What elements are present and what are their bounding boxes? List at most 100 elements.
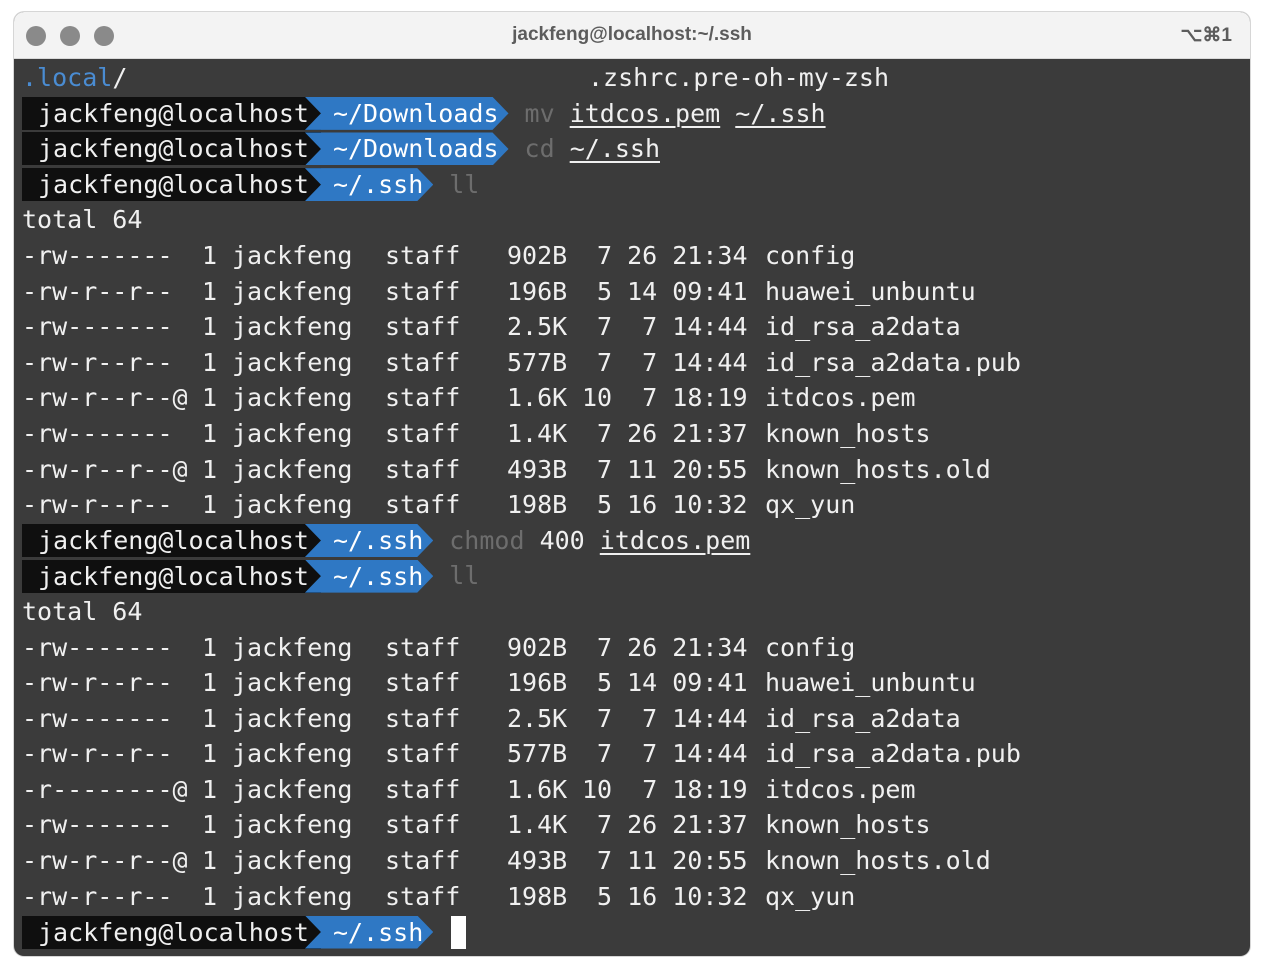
file-owner: jackfeng (232, 739, 353, 769)
file-size: 1.4K (507, 418, 568, 448)
command-arg: 400 (539, 525, 585, 555)
file-size: 577B (507, 739, 568, 769)
file-permissions: -rw------- (22, 810, 173, 840)
file-group: staff (385, 774, 461, 804)
file-link-count: 1 (202, 454, 218, 484)
file-owner: jackfeng (232, 846, 353, 876)
file-name: known_hosts (765, 418, 931, 448)
file-group: staff (385, 810, 461, 840)
file-date: 5 14 09:41 (597, 276, 748, 306)
terminal-window: jackfeng@localhost:~/.ssh ⌥⌘1 .local/ .zs… (14, 12, 1250, 956)
listing-row: -rw-r--r-- 1 jackfeng staff 196B 5 14 09:41 hu… (22, 274, 1250, 310)
file-owner: jackfeng (232, 774, 353, 804)
file-name: config (765, 240, 856, 270)
output-line-top: .local/ .zshrc.pre-oh-my-zsh (22, 60, 1250, 96)
prompt-path: ~/.ssh (305, 168, 433, 201)
listing-row: -rw-r--r-- 1 jackfeng staff 577B 7 7 14:44 id_… (22, 345, 1250, 381)
file-date: 7 26 21:34 (597, 632, 748, 662)
file-owner: jackfeng (232, 418, 353, 448)
file-permissions: -rw-r--r-- (22, 490, 173, 520)
file-group: staff (385, 240, 461, 270)
file-owner: jackfeng (232, 881, 353, 911)
file-owner: jackfeng (232, 240, 353, 270)
file-group: staff (385, 276, 461, 306)
file-group: staff (385, 312, 461, 342)
file-name: id_rsa_a2data.pub (765, 347, 1021, 377)
prompt-line-current[interactable]: jackfeng@localhost ~/.ssh (22, 914, 1250, 950)
prompt-user: jackfeng@localhost (22, 96, 321, 130)
file-owner: jackfeng (232, 668, 353, 698)
command-name: ll (449, 561, 480, 591)
file-name: id_rsa_a2data (765, 703, 961, 733)
listing-row: -rw------- 1 jackfeng staff 1.4K 7 26 21:37 kn… (22, 416, 1250, 452)
total-line: total 64 (22, 205, 143, 235)
listing-row: -rw-r--r-- 1 jackfeng staff 198B 5 16 10:32 qx… (22, 879, 1250, 915)
file-permissions: -rw-r--r-- (22, 668, 173, 698)
file-link-count: 1 (202, 774, 218, 804)
text-cursor[interactable] (451, 915, 467, 949)
file-link-count: 1 (202, 846, 218, 876)
listing-row: -rw-r--r--@ 1 jackfeng staff 493B 7 11 20:55 k… (22, 843, 1250, 879)
file-group: staff (385, 668, 461, 698)
prompt-path: ~/.ssh (305, 916, 433, 949)
file-link-count: 1 (202, 347, 218, 377)
prompt-path: ~/Downloads (305, 132, 509, 165)
listing-row: -rw-r--r-- 1 jackfeng staff 196B 5 14 09:41 hu… (22, 665, 1250, 701)
file-link-count: 1 (202, 739, 218, 769)
file-name: qx_yun (765, 881, 856, 911)
file-date: 10 7 18:19 (582, 383, 748, 413)
prompt-line: jackfeng@localhost ~/.ssh ll (22, 167, 1250, 203)
dir-local: .local (22, 63, 113, 92)
file-date: 5 16 10:32 (597, 881, 748, 911)
file-link-count: 1 (202, 632, 218, 662)
file-owner: jackfeng (232, 347, 353, 377)
file-owner: jackfeng (232, 810, 353, 840)
file-link-count: 1 (202, 810, 218, 840)
file-name: itdcos.pem (765, 383, 916, 413)
file-size: 902B (507, 632, 568, 662)
file-name: known_hosts (765, 810, 931, 840)
file-date: 7 26 21:34 (597, 240, 748, 270)
file-owner: jackfeng (232, 454, 353, 484)
file-permissions: -rw-r--r--@ (22, 454, 188, 484)
file-group: staff (385, 632, 461, 662)
file-size: 493B (507, 846, 568, 876)
dir-slash: / (112, 63, 128, 92)
listing-row: -rw------- 1 jackfeng staff 2.5K 7 7 14:44 id_… (22, 701, 1250, 737)
file-name: config (765, 632, 856, 662)
file-date: 7 7 14:44 (597, 739, 748, 769)
command-arg: ~/.ssh (569, 134, 660, 164)
file-zshrc-pre-oh-my-zsh: .zshrc.pre-oh-my-zsh (588, 63, 890, 92)
file-size: 198B (507, 881, 568, 911)
listing-row: -rw-r--r--@ 1 jackfeng staff 1.6K 10 7 18:19 i… (22, 380, 1250, 416)
prompt-path: ~/.ssh (305, 524, 433, 557)
file-group: staff (385, 739, 461, 769)
file-link-count: 1 (202, 703, 218, 733)
prompt-user: jackfeng@localhost (22, 168, 321, 202)
prompt-line: jackfeng@localhost ~/Downloads mv itdcos.p… (22, 96, 1250, 132)
total-line: total 64 (22, 596, 143, 626)
terminal-output[interactable]: .local/ .zshrc.pre-oh-my-zsh jackfeng@loc… (22, 60, 1250, 956)
listing-row: -rw------- 1 jackfeng staff 2.5K 7 7 14:44 id_… (22, 309, 1250, 345)
file-name: itdcos.pem (765, 774, 916, 804)
file-permissions: -rw-r--r-- (22, 347, 173, 377)
command-arg: ~/.ssh (735, 98, 826, 128)
file-name: known_hosts.old (765, 846, 991, 876)
file-size: 196B (507, 668, 568, 698)
listing-row: -rw-r--r-- 1 jackfeng staff 577B 7 7 14:44 id_… (22, 736, 1250, 772)
listing-row: -rw------- 1 jackfeng staff 902B 7 26 21:34 co… (22, 238, 1250, 274)
file-permissions: -rw------- (22, 418, 173, 448)
file-name: id_rsa_a2data.pub (765, 739, 1021, 769)
prompt-path: ~/Downloads (305, 97, 509, 130)
file-owner: jackfeng (232, 490, 353, 520)
file-date: 7 11 20:55 (597, 846, 748, 876)
listing-row: -rw------- 1 jackfeng staff 902B 7 26 21:34 co… (22, 630, 1250, 666)
prompt-user: jackfeng@localhost (22, 915, 321, 949)
shortcut-label: ⌥⌘1 (1180, 25, 1232, 46)
file-owner: jackfeng (232, 383, 353, 413)
file-date: 7 11 20:55 (597, 454, 748, 484)
file-group: staff (385, 846, 461, 876)
file-name: huawei_unbuntu (765, 668, 976, 698)
file-permissions: -rw------- (22, 312, 173, 342)
file-permissions: -r--------@ (22, 774, 188, 804)
